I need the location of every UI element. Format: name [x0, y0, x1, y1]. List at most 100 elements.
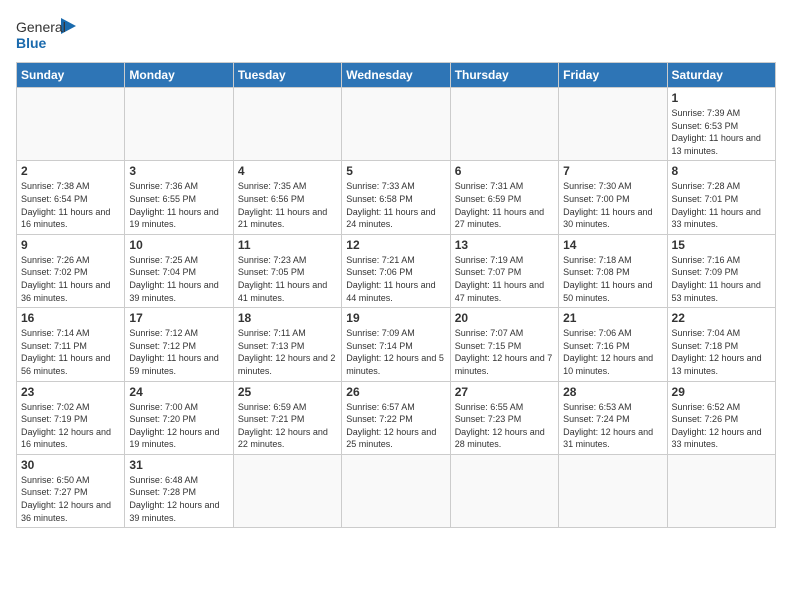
- day-header-friday: Friday: [559, 63, 667, 88]
- day-cell: 25 Sunrise: 6:59 AM Sunset: 7:21 PM Dayli…: [233, 381, 341, 454]
- svg-text:General: General: [16, 19, 66, 35]
- day-headers-row: SundayMondayTuesdayWednesdayThursdayFrid…: [17, 63, 776, 88]
- week-row-2: 2Sunrise: 7:38 AM Sunset: 6:54 PM Daylig…: [17, 161, 776, 234]
- day-info: Sunrise: 7:16 AM Sunset: 7:09 PM Dayligh…: [672, 254, 771, 304]
- day-number: 22: [672, 311, 771, 325]
- day-info: Sunrise: 7:39 AM Sunset: 6:53 PM Dayligh…: [672, 107, 771, 157]
- day-info: Sunrise: 7:06 AM Sunset: 7:16 PM Dayligh…: [563, 327, 662, 377]
- day-cell: 13 Sunrise: 7:19 AM Sunset: 7:07 PM Dayli…: [450, 234, 558, 307]
- day-cell: [342, 454, 450, 527]
- day-cell: [559, 454, 667, 527]
- day-cell: [17, 88, 125, 161]
- day-cell: [559, 88, 667, 161]
- day-info: Sunrise: 6:48 AM Sunset: 7:28 PM Dayligh…: [129, 474, 228, 524]
- day-number: 6: [455, 164, 554, 178]
- day-cell: 16 Sunrise: 7:14 AM Sunset: 7:11 PM Dayli…: [17, 308, 125, 381]
- day-info: Sunrise: 7:35 AM Sunset: 6:56 PM Dayligh…: [238, 180, 337, 230]
- day-info: Sunrise: 6:50 AM Sunset: 7:27 PM Dayligh…: [21, 474, 120, 524]
- svg-text:Blue: Blue: [16, 35, 47, 51]
- day-info: Sunrise: 7:38 AM Sunset: 6:54 PM Dayligh…: [21, 180, 120, 230]
- day-cell: [667, 454, 775, 527]
- day-header-monday: Monday: [125, 63, 233, 88]
- day-cell: 7Sunrise: 7:30 AM Sunset: 7:00 PM Daylig…: [559, 161, 667, 234]
- page: GeneralBlue SundayMondayTuesdayWednesday…: [0, 0, 792, 612]
- day-cell: 28Sunrise: 6:53 AM Sunset: 7:24 PM Dayli…: [559, 381, 667, 454]
- day-number: 29: [672, 385, 771, 399]
- day-cell: 24Sunrise: 7:00 AM Sunset: 7:20 PM Dayli…: [125, 381, 233, 454]
- day-number: 5: [346, 164, 445, 178]
- week-row-6: 30 Sunrise: 6:50 AM Sunset: 7:27 PM Dayli…: [17, 454, 776, 527]
- day-number: 17: [129, 311, 228, 325]
- day-cell: [342, 88, 450, 161]
- day-cell: 8 Sunrise: 7:28 AM Sunset: 7:01 PM Daylig…: [667, 161, 775, 234]
- day-cell: 17Sunrise: 7:12 AM Sunset: 7:12 PM Dayli…: [125, 308, 233, 381]
- calendar: SundayMondayTuesdayWednesdayThursdayFrid…: [16, 62, 776, 528]
- day-info: Sunrise: 7:18 AM Sunset: 7:08 PM Dayligh…: [563, 254, 662, 304]
- day-number: 1: [672, 91, 771, 105]
- day-info: Sunrise: 7:21 AM Sunset: 7:06 PM Dayligh…: [346, 254, 445, 304]
- day-number: 21: [563, 311, 662, 325]
- day-cell: 9 Sunrise: 7:26 AM Sunset: 7:02 PM Daylig…: [17, 234, 125, 307]
- day-info: Sunrise: 7:25 AM Sunset: 7:04 PM Dayligh…: [129, 254, 228, 304]
- day-cell: 12 Sunrise: 7:21 AM Sunset: 7:06 PM Dayli…: [342, 234, 450, 307]
- day-info: Sunrise: 6:55 AM Sunset: 7:23 PM Dayligh…: [455, 401, 554, 451]
- day-number: 3: [129, 164, 228, 178]
- day-info: Sunrise: 7:11 AM Sunset: 7:13 PM Dayligh…: [238, 327, 337, 377]
- day-info: Sunrise: 7:31 AM Sunset: 6:59 PM Dayligh…: [455, 180, 554, 230]
- day-info: Sunrise: 7:07 AM Sunset: 7:15 PM Dayligh…: [455, 327, 554, 377]
- day-info: Sunrise: 6:57 AM Sunset: 7:22 PM Dayligh…: [346, 401, 445, 451]
- day-cell: 1 Sunrise: 7:39 AM Sunset: 6:53 PM Daylig…: [667, 88, 775, 161]
- day-info: Sunrise: 7:28 AM Sunset: 7:01 PM Dayligh…: [672, 180, 771, 230]
- day-number: 20: [455, 311, 554, 325]
- day-info: Sunrise: 7:09 AM Sunset: 7:14 PM Dayligh…: [346, 327, 445, 377]
- week-row-4: 16 Sunrise: 7:14 AM Sunset: 7:11 PM Dayli…: [17, 308, 776, 381]
- logo: GeneralBlue: [16, 16, 86, 54]
- day-number: 27: [455, 385, 554, 399]
- day-cell: 23Sunrise: 7:02 AM Sunset: 7:19 PM Dayli…: [17, 381, 125, 454]
- day-info: Sunrise: 7:33 AM Sunset: 6:58 PM Dayligh…: [346, 180, 445, 230]
- day-cell: 6 Sunrise: 7:31 AM Sunset: 6:59 PM Daylig…: [450, 161, 558, 234]
- day-cell: 20 Sunrise: 7:07 AM Sunset: 7:15 PM Dayli…: [450, 308, 558, 381]
- day-cell: 14Sunrise: 7:18 AM Sunset: 7:08 PM Dayli…: [559, 234, 667, 307]
- day-header-sunday: Sunday: [17, 63, 125, 88]
- day-number: 30: [21, 458, 120, 472]
- day-info: Sunrise: 7:26 AM Sunset: 7:02 PM Dayligh…: [21, 254, 120, 304]
- day-header-tuesday: Tuesday: [233, 63, 341, 88]
- day-cell: 10 Sunrise: 7:25 AM Sunset: 7:04 PM Dayli…: [125, 234, 233, 307]
- day-number: 19: [346, 311, 445, 325]
- day-cell: [233, 88, 341, 161]
- day-cell: 21 Sunrise: 7:06 AM Sunset: 7:16 PM Dayli…: [559, 308, 667, 381]
- day-number: 24: [129, 385, 228, 399]
- day-cell: [233, 454, 341, 527]
- day-number: 25: [238, 385, 337, 399]
- day-cell: 30 Sunrise: 6:50 AM Sunset: 7:27 PM Dayli…: [17, 454, 125, 527]
- week-row-5: 23Sunrise: 7:02 AM Sunset: 7:19 PM Dayli…: [17, 381, 776, 454]
- day-number: 8: [672, 164, 771, 178]
- day-cell: 5 Sunrise: 7:33 AM Sunset: 6:58 PM Daylig…: [342, 161, 450, 234]
- day-info: Sunrise: 7:19 AM Sunset: 7:07 PM Dayligh…: [455, 254, 554, 304]
- day-info: Sunrise: 7:36 AM Sunset: 6:55 PM Dayligh…: [129, 180, 228, 230]
- day-header-saturday: Saturday: [667, 63, 775, 88]
- day-info: Sunrise: 7:04 AM Sunset: 7:18 PM Dayligh…: [672, 327, 771, 377]
- day-cell: 31 Sunrise: 6:48 AM Sunset: 7:28 PM Dayli…: [125, 454, 233, 527]
- day-number: 9: [21, 238, 120, 252]
- day-cell: 11Sunrise: 7:23 AM Sunset: 7:05 PM Dayli…: [233, 234, 341, 307]
- day-info: Sunrise: 7:23 AM Sunset: 7:05 PM Dayligh…: [238, 254, 337, 304]
- day-info: Sunrise: 7:14 AM Sunset: 7:11 PM Dayligh…: [21, 327, 120, 377]
- day-number: 31: [129, 458, 228, 472]
- day-info: Sunrise: 6:59 AM Sunset: 7:21 PM Dayligh…: [238, 401, 337, 451]
- day-number: 16: [21, 311, 120, 325]
- day-cell: 19 Sunrise: 7:09 AM Sunset: 7:14 PM Dayli…: [342, 308, 450, 381]
- day-header-thursday: Thursday: [450, 63, 558, 88]
- day-number: 10: [129, 238, 228, 252]
- day-number: 4: [238, 164, 337, 178]
- day-cell: 29Sunrise: 6:52 AM Sunset: 7:26 PM Dayli…: [667, 381, 775, 454]
- day-number: 18: [238, 311, 337, 325]
- day-cell: 15Sunrise: 7:16 AM Sunset: 7:09 PM Dayli…: [667, 234, 775, 307]
- day-cell: 4 Sunrise: 7:35 AM Sunset: 6:56 PM Daylig…: [233, 161, 341, 234]
- day-number: 12: [346, 238, 445, 252]
- day-cell: 18 Sunrise: 7:11 AM Sunset: 7:13 PM Dayli…: [233, 308, 341, 381]
- week-row-1: 1 Sunrise: 7:39 AM Sunset: 6:53 PM Daylig…: [17, 88, 776, 161]
- day-number: 13: [455, 238, 554, 252]
- day-cell: 27 Sunrise: 6:55 AM Sunset: 7:23 PM Dayli…: [450, 381, 558, 454]
